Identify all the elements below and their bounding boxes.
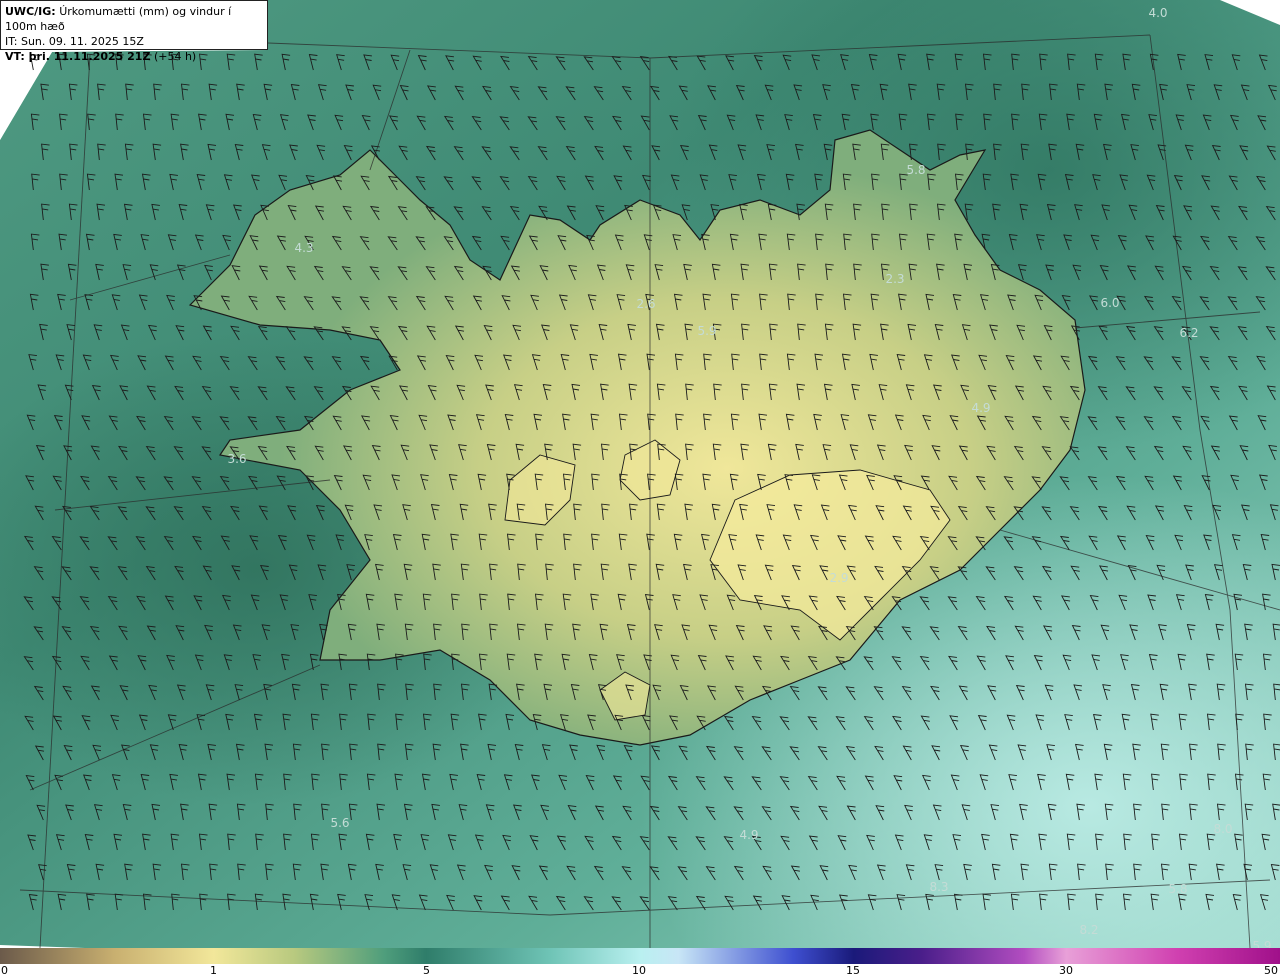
value-label: 5.9 [1252,939,1271,948]
value-label: 2.3 [885,272,904,286]
value-label: 8.3 [929,880,948,894]
colorbar-tick-5: 5 [423,964,430,977]
colorbar-tick-15: 15 [846,964,860,977]
lead-time: (+54 h) [153,50,197,63]
value-label: 2.6 [636,297,655,311]
colorbar [0,948,1280,964]
init-time: IT: Sun. 09. 11. 2025 15Z [5,35,144,48]
colorbar-tick-10: 10 [632,964,646,977]
value-label: 4.9 [971,401,990,415]
value-label: 4.3 [294,241,313,255]
colorbar-tick-0: 0 [1,964,8,977]
colorbar-tick-30: 30 [1059,964,1073,977]
value-label: 5.8 [906,163,925,177]
value-label: 3.6 [227,452,246,466]
value-label: 4.9 [739,828,758,842]
valid-time: VT: þri. 11.11.2025 21Z [5,50,151,63]
value-label: 5.9 [697,324,716,338]
value-label: 2.9 [829,571,848,585]
value-label: 8.2 [1079,923,1098,937]
model-name: UWC/IG: [5,5,56,18]
value-label: 5.6 [330,816,349,830]
value-label: 6.2 [1179,326,1198,340]
value-label: 5.8 [1168,882,1187,896]
colorbar-tick-1: 1 [210,964,217,977]
precipitation-map: 4.0 5.8 4.3 2.3 6.0 2.6 5.9 6.2 4.9 3.6 2.9 5.6 4.9 8… [0,0,1280,948]
info-box: UWC/IG: Úrkomumætti (mm) og vindur í 100… [0,0,268,63]
value-label: 4.0 [1148,6,1167,20]
value-label: 6.0 [1100,296,1119,310]
colorbar-tick-50: 50 [1264,964,1278,977]
value-label: 8.0 [1213,822,1232,836]
